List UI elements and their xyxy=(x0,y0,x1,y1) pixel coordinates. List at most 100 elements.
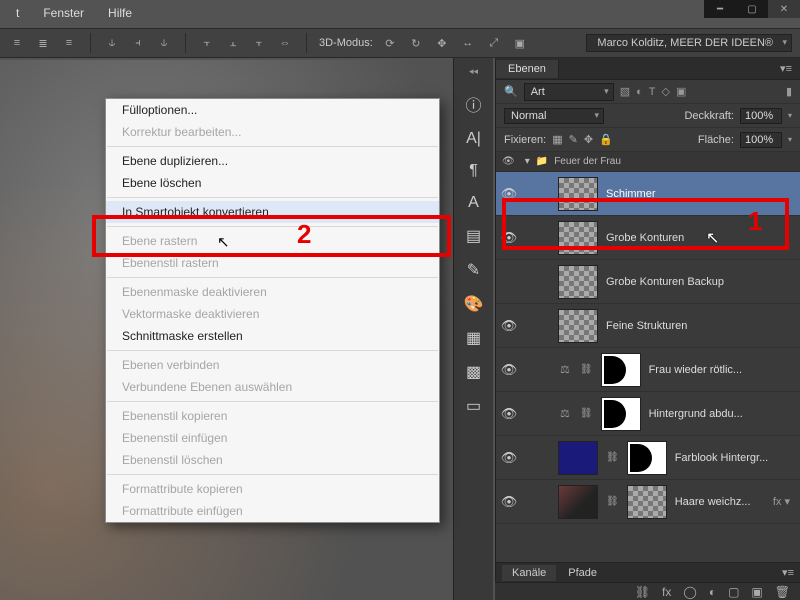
layer-row[interactable]: 👁 ⚖ ⛓ Hintergrund abdu... xyxy=(496,392,800,436)
layer-name[interactable]: Grobe Konturen Backup xyxy=(606,276,724,288)
lock-all-icon[interactable]: 🔒 xyxy=(599,133,613,146)
layer-thumbnail[interactable] xyxy=(558,441,598,475)
layer-row[interactable]: 👁 ⚖ ⛓ Frau wieder rötlic... xyxy=(496,348,800,392)
layer-thumbnail[interactable] xyxy=(558,265,598,299)
search-icon[interactable]: 🔍 xyxy=(504,85,518,98)
layer-mask-thumbnail[interactable] xyxy=(627,441,667,475)
info-icon[interactable]: ⓘ xyxy=(465,92,481,116)
brushes-icon[interactable]: ✎ xyxy=(467,260,480,280)
opacity-dropdown-icon[interactable]: ▾ xyxy=(788,111,792,120)
fill-dropdown-icon[interactable]: ▾ xyxy=(788,135,792,144)
ctx-convert-smartobject[interactable]: In Smartobjekt konvertieren xyxy=(106,201,439,223)
layer-group-row[interactable]: 👁 ▾ 📁 Feuer der Frau xyxy=(496,152,800,172)
layer-thumbnail[interactable] xyxy=(558,221,598,255)
layer-row[interactable]: 👁 ⛓ Haare weichz... fx ▾ xyxy=(496,480,800,524)
align-center-icon[interactable]: ≣ xyxy=(34,34,52,52)
scale-3d-icon[interactable]: ⤢ xyxy=(485,34,503,52)
menu-item-partial[interactable]: t xyxy=(6,4,29,22)
layer-name[interactable]: Hintergrund abdu... xyxy=(649,408,743,420)
ctx-fill-options[interactable]: Fülloptionen... xyxy=(106,99,439,121)
eye-icon[interactable]: 👁 xyxy=(502,156,515,167)
panel-menu-icon[interactable]: ▾≡ xyxy=(776,566,800,579)
align-left-icon[interactable]: ≡ xyxy=(8,34,26,52)
ctx-duplicate-layer[interactable]: Ebene duplizieren... xyxy=(106,150,439,172)
eye-icon[interactable]: 👁 xyxy=(500,406,518,422)
layer-name[interactable]: Schimmer xyxy=(606,188,656,200)
maximize-button[interactable]: ▢ xyxy=(736,0,768,18)
layer-row[interactable]: 👁 Grobe Konturen xyxy=(496,216,800,260)
fx-badge[interactable]: fx ▾ xyxy=(773,495,790,508)
distribute-bottom-icon[interactable]: ⫝ xyxy=(155,34,173,52)
distribute-spacing-icon[interactable]: ⇔ xyxy=(276,34,294,52)
distribute-right-icon[interactable]: ⫟ xyxy=(250,34,268,52)
layer-mask-icon[interactable]: ◯ xyxy=(683,585,696,599)
new-layer-icon[interactable]: ▣ xyxy=(751,585,762,599)
link-icon[interactable]: ⛓ xyxy=(580,408,593,419)
layer-name[interactable]: Haare weichz... xyxy=(675,496,751,508)
slide-icon[interactable]: ↔ xyxy=(459,34,477,52)
layer-row[interactable]: 👁 Feine Strukturen xyxy=(496,304,800,348)
filter-type-icon[interactable]: T xyxy=(649,86,656,98)
swatches-icon[interactable]: ▤ xyxy=(466,226,481,246)
distribute-top-icon[interactable]: ⫝ xyxy=(103,34,121,52)
character-icon[interactable]: A| xyxy=(466,130,481,148)
layer-row[interactable]: 👁 Schimmer xyxy=(496,172,800,216)
eye-icon[interactable]: 👁 xyxy=(500,186,518,202)
eye-icon[interactable]: 👁 xyxy=(500,362,518,378)
layer-name[interactable]: Frau wieder rötlic... xyxy=(649,364,743,376)
layer-name[interactable]: Grobe Konturen xyxy=(606,232,684,244)
kind-filter-select[interactable]: Art xyxy=(524,83,614,101)
link-icon[interactable]: ⛓ xyxy=(606,496,619,507)
close-button[interactable]: ✕ xyxy=(768,0,800,18)
ctx-delete-layer[interactable]: Ebene löschen xyxy=(106,172,439,194)
delete-layer-icon[interactable]: 🗑 xyxy=(775,585,790,599)
layers-tab[interactable]: Ebenen xyxy=(496,60,559,78)
layer-row[interactable]: Grobe Konturen Backup xyxy=(496,260,800,304)
ctx-create-clipmask[interactable]: Schnittmaske erstellen xyxy=(106,325,439,347)
channels-tab[interactable]: Kanäle xyxy=(502,565,556,581)
link-icon[interactable]: ⛓ xyxy=(606,452,619,463)
color-icon[interactable]: 🎨 xyxy=(464,294,484,314)
menu-item-hilfe[interactable]: Hilfe xyxy=(98,4,142,22)
blend-mode-select[interactable]: Normal xyxy=(504,108,604,124)
distribute-left-icon[interactable]: ⫟ xyxy=(198,34,216,52)
layer-row[interactable]: 👁 ⛓ Farblook Hintergr... xyxy=(496,436,800,480)
paths-tab[interactable]: Pfade xyxy=(558,565,607,581)
filter-shape-icon[interactable]: ◇ xyxy=(662,85,670,98)
layer-mask-thumbnail[interactable] xyxy=(601,397,641,431)
eye-icon[interactable]: 👁 xyxy=(500,318,518,334)
link-layers-icon[interactable]: ⛓ xyxy=(635,585,650,599)
layer-thumbnail[interactable] xyxy=(558,177,598,211)
filter-toggle-icon[interactable]: ▮ xyxy=(786,85,792,98)
layer-mask-thumbnail[interactable] xyxy=(627,485,667,519)
timeline-icon[interactable]: ▭ xyxy=(466,396,481,416)
workspace-switcher[interactable]: Marco Kolditz, MEER DER IDEEN® xyxy=(586,34,792,52)
layer-name[interactable]: Farblook Hintergr... xyxy=(675,452,769,464)
layer-thumbnail[interactable] xyxy=(558,485,598,519)
eye-icon[interactable]: 👁 xyxy=(500,494,518,510)
lock-transparent-icon[interactable]: ▦ xyxy=(552,133,562,146)
distribute-v-icon[interactable]: ⫞ xyxy=(129,34,147,52)
folder-collapse-icon[interactable]: ▾ xyxy=(525,156,530,167)
styles-icon[interactable]: A xyxy=(468,194,479,212)
roll-icon[interactable]: ↻ xyxy=(407,34,425,52)
layer-mask-thumbnail[interactable] xyxy=(601,353,641,387)
expand-panels-icon[interactable]: ◂◂ xyxy=(469,66,478,77)
layer-style-icon[interactable]: fx xyxy=(662,585,671,599)
pan-icon[interactable]: ✥ xyxy=(433,34,451,52)
fill-adjust-icon[interactable]: ◐ xyxy=(709,585,716,599)
filter-adjust-icon[interactable]: ◐ xyxy=(636,86,643,98)
fill-input[interactable]: 100% xyxy=(740,132,782,148)
align-right-icon[interactable]: ≡ xyxy=(60,34,78,52)
lock-pixels-icon[interactable]: ✎ xyxy=(569,133,578,146)
minimize-button[interactable]: ━ xyxy=(704,0,736,18)
menu-item-fenster[interactable]: Fenster xyxy=(33,4,94,22)
filter-smart-icon[interactable]: ▣ xyxy=(676,85,686,98)
filter-image-icon[interactable]: ▧ xyxy=(620,85,630,98)
grid-icon[interactable]: ▩ xyxy=(466,362,481,382)
eye-icon[interactable]: 👁 xyxy=(500,450,518,466)
orbit-icon[interactable]: ⟳ xyxy=(381,34,399,52)
adjustments-icon[interactable]: ▦ xyxy=(466,328,481,348)
opacity-input[interactable]: 100% xyxy=(740,108,782,124)
link-icon[interactable]: ⛓ xyxy=(580,364,593,375)
